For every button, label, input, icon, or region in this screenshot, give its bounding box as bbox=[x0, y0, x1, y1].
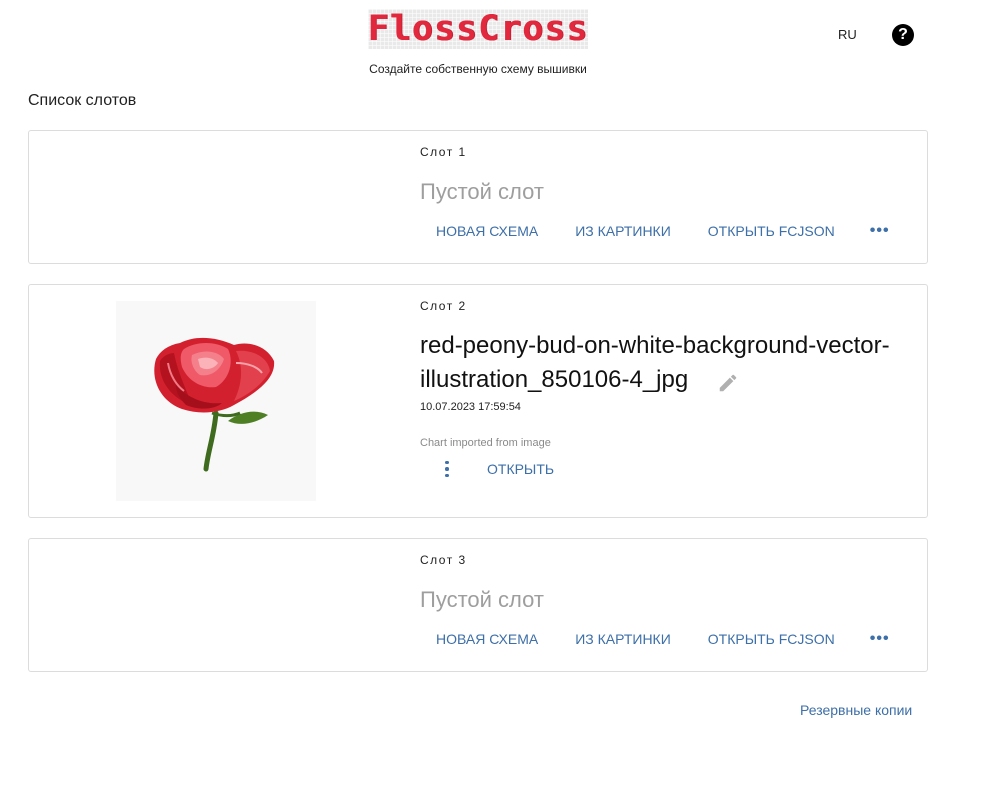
slot-actions: НОВАЯ СХЕМА ИЗ КАРТИНКИ ОТКРЫТЬ FCJSON •… bbox=[420, 627, 904, 651]
page: FlossCross Создайте собственную схему вы… bbox=[0, 0, 1001, 802]
slot-label: Слот 3 bbox=[420, 553, 467, 567]
more-options-icon[interactable]: ••• bbox=[856, 220, 904, 242]
chart-date: 10.07.2023 17:59:54 bbox=[420, 401, 521, 413]
logo-text: FlossCross bbox=[367, 9, 589, 49]
edit-pencil-icon[interactable] bbox=[717, 370, 739, 392]
slot-card-2: Слот 2 red-peony-bud-on-white-background… bbox=[28, 284, 928, 518]
slot-label: Слот 1 bbox=[420, 145, 467, 159]
open-fcjson-button[interactable]: ОТКРЫТЬ FCJSON bbox=[692, 219, 851, 243]
language-selector[interactable]: RU bbox=[838, 27, 857, 42]
slot-label: Слот 2 bbox=[420, 299, 467, 313]
empty-slot-title: Пустой слот bbox=[420, 179, 544, 204]
slot-actions: НОВАЯ СХЕМА ИЗ КАРТИНКИ ОТКРЫТЬ FCJSON •… bbox=[420, 219, 904, 243]
more-options-icon[interactable]: ••• bbox=[856, 628, 904, 650]
from-image-button[interactable]: ИЗ КАРТИНКИ bbox=[559, 627, 687, 651]
tagline: Создайте собственную схему вышивки bbox=[369, 62, 587, 76]
backups-link[interactable]: Резервные копии bbox=[800, 702, 912, 718]
flosscross-logo[interactable]: FlossCross bbox=[368, 9, 588, 49]
slot-card-3: Слот 3 Пустой слот НОВАЯ СХЕМА ИЗ КАРТИН… bbox=[28, 538, 928, 672]
file-name-line-1: red-peony-bud-on-white-background-vector… bbox=[420, 332, 890, 359]
from-image-button[interactable]: ИЗ КАРТИНКИ bbox=[559, 219, 687, 243]
open-fcjson-button[interactable]: ОТКРЫТЬ FCJSON bbox=[692, 627, 851, 651]
empty-slot-title: Пустой слот bbox=[420, 587, 544, 612]
slot-list-title: Список слотов bbox=[28, 92, 137, 109]
red-peony-image bbox=[154, 337, 275, 472]
new-chart-button[interactable]: НОВАЯ СХЕМА bbox=[420, 219, 554, 243]
slot-actions: ОТКРЫТЬ bbox=[429, 457, 554, 481]
new-chart-button[interactable]: НОВАЯ СХЕМА bbox=[420, 627, 554, 651]
chart-file-name: red-peony-bud-on-white-background-vector… bbox=[420, 329, 900, 397]
slot-card-1: Слот 1 Пустой слот НОВАЯ СХЕМА ИЗ КАРТИН… bbox=[28, 130, 928, 264]
file-name-line-2: illustration_850106-4_jpg bbox=[420, 366, 689, 393]
open-chart-button[interactable]: ОТКРЫТЬ bbox=[487, 461, 554, 477]
help-icon[interactable]: ? bbox=[892, 24, 914, 46]
kebab-menu-icon[interactable] bbox=[429, 457, 465, 481]
chart-thumbnail[interactable] bbox=[116, 301, 316, 501]
chart-note: Chart imported from image bbox=[420, 437, 551, 449]
